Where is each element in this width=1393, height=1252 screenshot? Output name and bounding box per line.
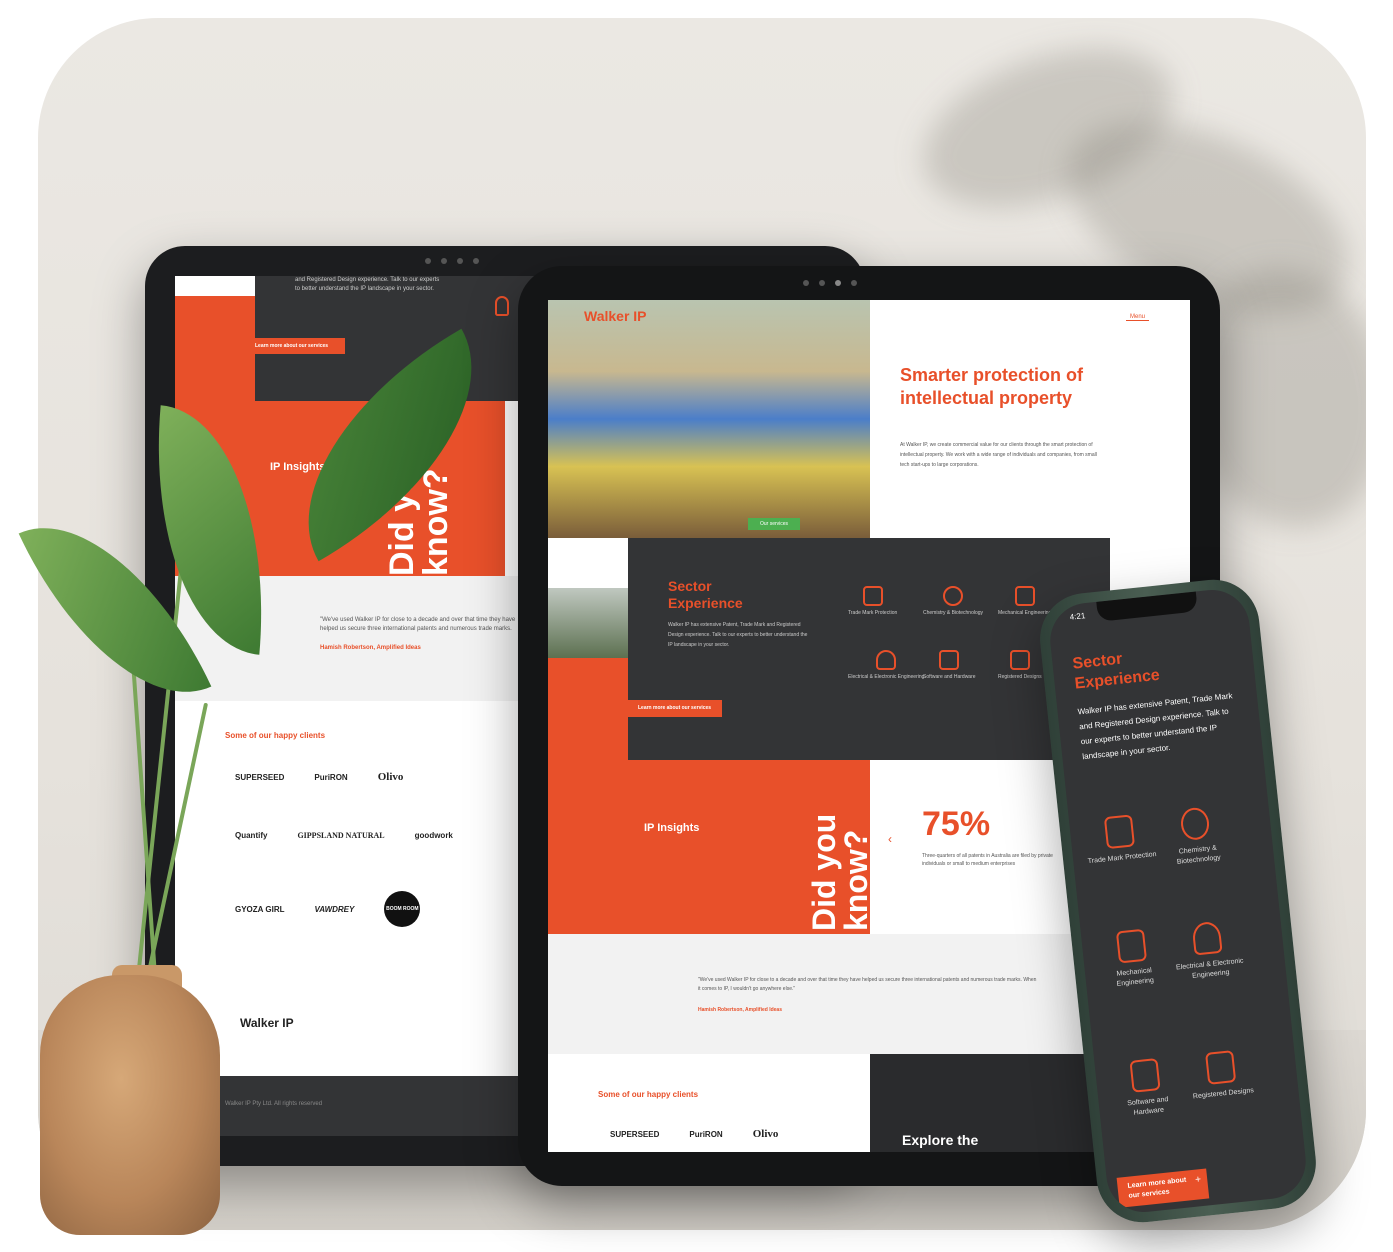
chemistry-icon: Chemistry & Biotechnology [1159,804,1235,869]
camera-dots [425,258,479,264]
lightbulb-icon: Electrical & Electronic Engineering [1171,919,1247,984]
quote-text: "We've used Walker IP for close to a dec… [320,617,516,632]
quote-text: "We've used Walker IP for close to a dec… [698,977,1037,992]
lightbulb-icon [495,296,509,316]
chemistry-icon: Chemistry & Biotechnology [923,586,983,617]
sector-intro: and Registered Design experience. Talk t… [295,277,440,292]
client-logo: GIPPSLAND NATURAL [297,831,385,840]
trademark-icon: Trade Mark Protection [1083,812,1158,867]
status-time: 4:21 [1069,611,1086,622]
hero-button[interactable]: Our services [748,518,801,530]
wooden-vase [40,975,220,1235]
green-roof-photo [548,588,628,658]
client-logo: VAWDREY [314,904,355,914]
client-logos-row-2: Quantify GIPPSLAND NATURAL goodwork [235,831,453,840]
mechanical-icon: Mechanical Engineering [998,586,1051,617]
stat-value: 75% [922,805,991,843]
client-logo: Quantify [235,831,268,840]
stat-text: Three-quarters of all patents in Austral… [922,853,1053,867]
clients-heading: Some of our happy clients [598,1090,699,1099]
client-logos-row-3: GYOZA GIRL VAWDREY BOOM ROOM [235,891,421,927]
footer-logo: Walker IP [240,1016,294,1030]
client-logo: SUPERSEED [610,1129,660,1139]
menu-link[interactable]: Menu [1126,314,1150,321]
phone-notch [1096,591,1198,622]
client-logo: Olivo [377,771,404,783]
hero-photo: Walker IP Our services [548,300,870,538]
client-logo: GYOZA GIRL [235,904,285,914]
client-logos: SUPERSEED PuriRON Olivo [610,1128,778,1140]
hardware-icon: Software and Hardware [1109,1056,1185,1121]
client-logo: SUPERSEED [235,772,285,782]
explore-heading: Explore the [902,1132,979,1148]
footer-text: Walker IP Pty Ltd. All rights reserved [225,1101,323,1107]
client-logos-row-1: SUPERSEED PuriRON Olivo [235,771,403,783]
hardware-icon: Software and Hardware [923,650,976,681]
trademark-icon: Trade Mark Protection [848,586,897,617]
learn-more-button[interactable]: Learn more about our services [628,700,722,717]
client-logo: PuriRON [689,1129,723,1139]
orange-column [548,658,628,934]
client-logo: Olivo [752,1128,779,1140]
carousel-prev-icon[interactable]: ‹ [888,832,892,846]
ip-insights-label: IP Insights [644,822,700,834]
headline: Smarter protection of intellectual prope… [900,365,1084,408]
sector-text: Walker IP has extensive Patent, Trade Ma… [668,622,808,648]
sector-title: Sector Experience [1071,650,1161,693]
camera-dots [803,280,857,286]
quote-author: Hamish Robertson, Amplified Ideas [320,645,421,651]
sector-panel: Sector Experience Walker IP has extensiv… [628,538,1110,760]
plus-icon: + [1194,1174,1202,1186]
sector-title: Sector Experience [668,578,743,611]
sector-text: Walker IP has extensive Patent, Trade Ma… [1077,691,1233,762]
clients-heading: Some of our happy clients [225,731,326,740]
learn-more-button[interactable]: Learn more about our services [245,338,345,354]
design-icon: Registered Designs [998,650,1042,681]
hero-intro: At Walker IP, we create commercial value… [900,442,1097,468]
quote-author: Hamish Robertson, Amplified Ideas [698,1007,782,1013]
client-logo: PuriRON [314,772,348,782]
ip-insights-label: IP Insights [270,461,326,473]
logo: Walker IP [584,308,647,324]
design-icon: Registered Designs [1184,1048,1259,1103]
lightbulb-icon: Electrical & Electronic Engineering [848,650,924,681]
client-logo: BOOM ROOM [384,891,421,927]
did-you-know-title: Did you know? [806,813,874,931]
client-logo: goodwork [414,831,453,840]
insights-block: IP Insights Did you know? [628,760,874,934]
mechanical-icon: Mechanical Engineering [1095,927,1171,992]
